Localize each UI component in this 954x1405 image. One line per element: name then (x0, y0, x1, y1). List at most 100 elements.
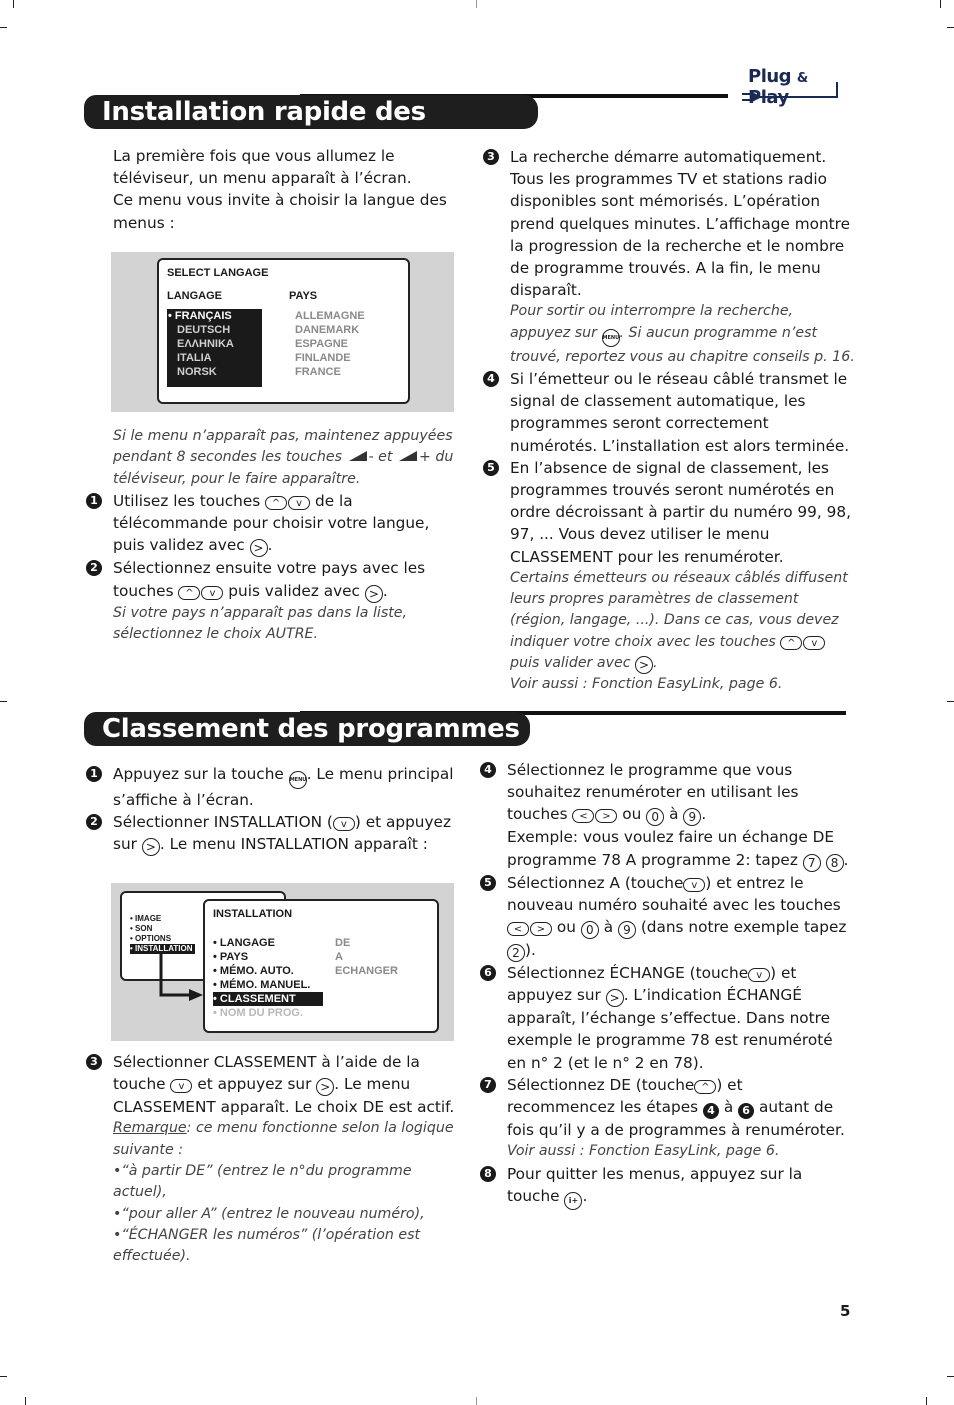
step-number: 3 (86, 1054, 102, 1070)
main-menu-item[interactable]: • OPTIONS (130, 934, 171, 944)
digit-0-key-icon: 0 (646, 808, 665, 827)
classement-option[interactable]: A (335, 950, 343, 964)
step-5: 5 En l’absence de signal de classement, … (483, 457, 855, 696)
install-menu-item-selected[interactable]: • CLASSEMENT (213, 992, 323, 1006)
section1-left-column: La première fois que vous allumez le tél… (113, 145, 458, 234)
step-2: 2 Sélectionner INSTALLATION (v) et appuy… (86, 811, 458, 857)
language-option[interactable]: ΕΛΛΗΝΙΚΑ (177, 337, 234, 351)
step-5: 5 Sélectionnez A (touche v) et entrez le … (480, 872, 855, 963)
menu-key-icon: MENU (601, 328, 620, 347)
install-menu-item[interactable]: • LANGAGE (213, 936, 275, 950)
step-1: 1 Utilisez les touches ^ v de la télécomm… (86, 490, 458, 558)
country-option[interactable]: FRANCE (295, 365, 341, 379)
crop-mark (0, 27, 7, 28)
digit-9-key-icon: 9 (683, 808, 702, 827)
remark-bullet: •“pour aller A” (entrez le nouveau numér… (113, 1205, 425, 1222)
install-menu-item[interactable]: • PAYS (213, 950, 248, 964)
classement-option[interactable]: DE (335, 936, 350, 950)
crop-mark (0, 1376, 7, 1377)
language-option[interactable]: DEUTSCH (177, 323, 230, 337)
up-key-icon: ^ (178, 585, 201, 600)
install-menu-item[interactable]: • MÉMO. AUTO. (213, 964, 294, 978)
volume-icon (348, 451, 367, 462)
step-3: 3 Sélectionner CLASSEMENT à l’aide de la… (86, 1051, 458, 1267)
language-list: • FRANÇAIS DEUTSCH ΕΛΛΗΝΙΚΑ ITALIA NORSK (167, 309, 262, 387)
main-menu-item[interactable]: • IMAGE (130, 914, 161, 924)
classement-option[interactable]: ECHANGER (335, 964, 398, 978)
right-key-icon: > (141, 838, 160, 857)
step-number: 4 (483, 371, 499, 388)
plug-icon (742, 82, 838, 103)
step-number: 3 (483, 149, 499, 165)
country-option[interactable]: DANEMARK (295, 323, 359, 337)
page-number: 5 (840, 1302, 851, 1320)
step-ref-4: 4 (703, 1103, 719, 1120)
country-option[interactable]: ALLEMAGNE (295, 309, 365, 323)
menu-title: INSTALLATION (213, 908, 293, 920)
step-number: 1 (86, 766, 102, 782)
step-7: 7 Sélectionnez DE (touche ^) et recommenc… (480, 1074, 855, 1163)
step-ref-6: 6 (738, 1103, 755, 1120)
step-2: 2 Sélectionnez ensuite votre pays avec l… (86, 557, 458, 645)
language-option[interactable]: ITALIA (177, 351, 212, 365)
right-key-icon: > (316, 1078, 335, 1097)
step-number: 2 (86, 814, 102, 831)
crop-mark (476, 0, 477, 8)
up-key-icon: ^ (265, 495, 288, 510)
installation-menu-screen: INSTALLATION • LANGAGE • PAYS • MÉMO. AU… (203, 899, 439, 1033)
country-option[interactable]: FINLANDE (295, 351, 351, 365)
right-key-icon: > (364, 584, 383, 603)
step-6: 6 Sélectionnez ÉCHANGE (touche v) et appu… (480, 962, 855, 1074)
crop-mark (940, 0, 941, 8)
crop-mark (0, 701, 7, 702)
down-key-icon: v (201, 585, 224, 600)
language-option-selected[interactable]: • FRANÇAIS (168, 309, 232, 323)
language-option[interactable]: NORSK (177, 365, 217, 379)
up-key-icon: ^ (780, 635, 803, 650)
digit-9-key-icon: 9 (617, 921, 636, 940)
menu-key-icon: MENU (288, 771, 307, 789)
step-4: 4 Si l’émetteur ou le réseau câblé trans… (483, 368, 855, 457)
left-key-icon: < (572, 809, 595, 824)
down-key-icon: v (332, 817, 355, 832)
step-number: 7 (480, 1076, 496, 1093)
country-option[interactable]: ESPAGNE (295, 337, 348, 351)
tv-screen: SELECT LANGAGE LANGAGE PAYS • FRANÇAIS D… (157, 258, 410, 404)
plug-and-play-logo: Plug & Play (742, 66, 852, 108)
digit-7-key-icon: 7 (802, 853, 821, 872)
down-key-icon: v (748, 968, 771, 983)
down-key-icon: v (170, 1079, 193, 1094)
install-menu-item-disabled: • NOM DU PROG. (213, 1007, 304, 1019)
crop-mark (476, 1397, 477, 1405)
remark-bullet: •“à partir DE” (entrez le n°du programme… (113, 1163, 412, 1201)
main-menu-item[interactable]: • SON (130, 924, 152, 934)
crop-mark (25, 1397, 26, 1405)
right-key-icon: > (635, 656, 654, 675)
section2-left-steps: 3 Sélectionner CLASSEMENT à l’aide de la… (86, 1051, 458, 1267)
info-exit-key-icon: i+ (564, 1191, 583, 1210)
crop-mark (947, 701, 954, 702)
step-note: Pour sortir ou interrompre la recherche,… (510, 303, 855, 365)
arrow-icon (159, 953, 203, 1001)
step-number: 8 (480, 1165, 496, 1182)
down-key-icon: v (803, 635, 826, 650)
digit-0-key-icon: 0 (580, 921, 599, 940)
digit-8-key-icon: 8 (825, 853, 844, 872)
remark: Remarque: ce menu fonctionne selon la lo… (113, 1120, 454, 1158)
step-3: 3 La recherche démarre automatiquement. … (483, 146, 855, 368)
step-note: Certains émetteurs ou réseaux câblés dif… (510, 569, 848, 675)
step-number: 5 (483, 459, 499, 476)
country-column-header: PAYS (289, 290, 318, 302)
language-column-header: LANGAGE (167, 290, 222, 302)
volume-icon (398, 451, 417, 462)
step-1: 1 Appuyez sur la touche MENU. Le menu pr… (86, 763, 458, 811)
remark-bullet: •“ÉCHANGER les numéros” (l’opération est… (113, 1226, 421, 1265)
intro-paragraph: La première fois que vous allumez le tél… (113, 147, 412, 188)
step-number: 6 (480, 965, 496, 982)
install-menu-item[interactable]: • MÉMO. MANUEL. (213, 978, 310, 992)
section-title-installation: Installation rapide des chaînes (84, 95, 538, 161)
crop-mark (926, 1397, 927, 1405)
up-key-icon: ^ (694, 1079, 717, 1094)
section1-left-steps: Si le menu n’apparaît pas, maintenez app… (86, 426, 458, 645)
crop-mark (947, 27, 954, 28)
